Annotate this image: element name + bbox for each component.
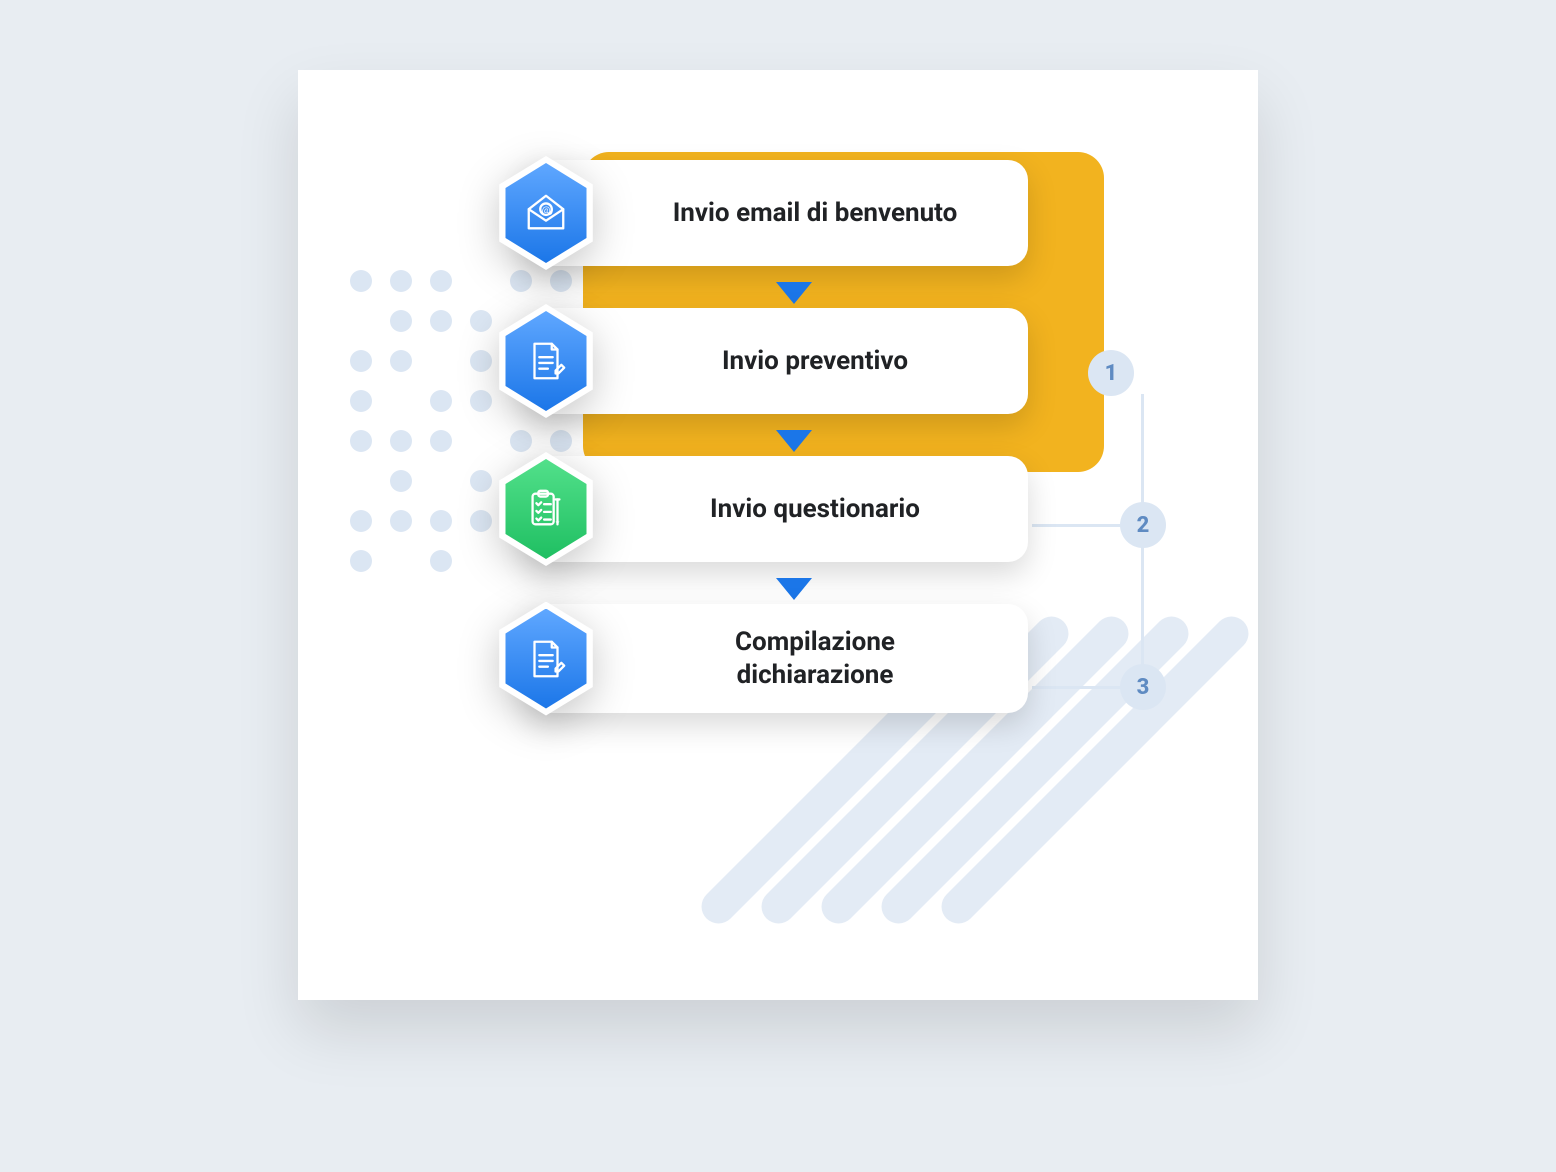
diagram-card: 1 2 3 @ Invio email di benvenuto Invio p… (298, 70, 1258, 1000)
step-fill-declaration: Compilazione dichiarazione (528, 604, 1028, 713)
step-send-quote: Invio preventivo (528, 308, 1028, 414)
badge-connector-2 (1032, 524, 1122, 527)
arrow-down-icon (776, 430, 812, 452)
checklist-icon (494, 452, 598, 566)
badge-1-label: 1 (1105, 361, 1118, 386)
badge-3-label: 3 (1137, 675, 1150, 700)
step-label: Compilazione dichiarazione (655, 626, 975, 691)
badge-2-label: 2 (1137, 513, 1150, 538)
arrow-down-icon (776, 578, 812, 600)
document-edit-icon (494, 304, 598, 418)
step-send-questionnaire: Invio questionario (528, 456, 1028, 562)
envelope-at-icon: @ (494, 156, 598, 270)
badge-connector-3 (1032, 686, 1122, 689)
arrow-down-icon (776, 282, 812, 304)
svg-text:@: @ (542, 205, 551, 216)
step-welcome-email: @ Invio email di benvenuto (528, 160, 1028, 266)
badge-3: 3 (1120, 664, 1166, 710)
step-label: Invio questionario (710, 493, 920, 526)
step-label: Invio preventivo (722, 345, 908, 378)
workflow-column: 1 2 3 @ Invio email di benvenuto Invio p… (498, 160, 1058, 755)
step-label: Invio email di benvenuto (673, 197, 958, 230)
badge-1: 1 (1088, 350, 1134, 396)
badge-2: 2 (1120, 502, 1166, 548)
document-edit-icon (494, 602, 598, 716)
